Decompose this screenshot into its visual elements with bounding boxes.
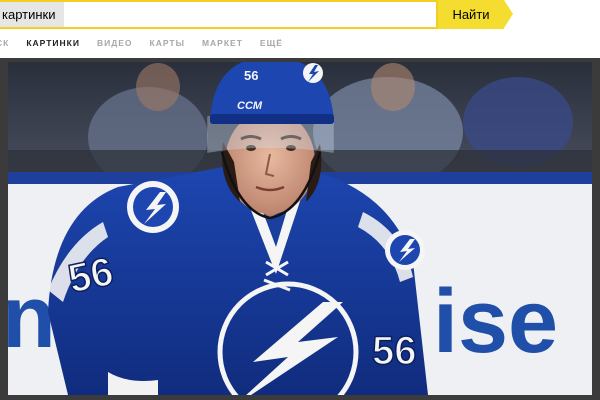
tab-market[interactable]: Маркет bbox=[202, 38, 243, 54]
sleeve-number-left: 56 bbox=[64, 249, 117, 301]
service-tabs: ск Картинки Видео Карты Маркет Ещё bbox=[0, 38, 283, 54]
image-viewer: ng ise 56 56 bbox=[0, 58, 600, 400]
hockey-player-photo[interactable]: ng ise 56 56 bbox=[8, 62, 592, 395]
tab-search[interactable]: ск bbox=[0, 38, 9, 54]
tab-video[interactable]: Видео bbox=[97, 38, 133, 54]
helmet-brand: CCM bbox=[237, 100, 263, 112]
search-button-arrow-icon[interactable] bbox=[504, 0, 513, 28]
search-button[interactable]: Найти bbox=[438, 0, 504, 29]
search-input[interactable] bbox=[0, 0, 438, 29]
photo-illustration: ng ise 56 56 bbox=[8, 62, 592, 395]
board-text-right: ise bbox=[433, 272, 558, 372]
tab-maps[interactable]: Карты bbox=[150, 38, 185, 54]
chest-number-right: 56 bbox=[372, 329, 417, 373]
tab-images[interactable]: Картинки bbox=[26, 38, 80, 54]
tab-more[interactable]: Ещё bbox=[260, 38, 283, 54]
helmet-number: 56 bbox=[244, 68, 258, 83]
search-query[interactable]: картинки bbox=[0, 2, 64, 27]
